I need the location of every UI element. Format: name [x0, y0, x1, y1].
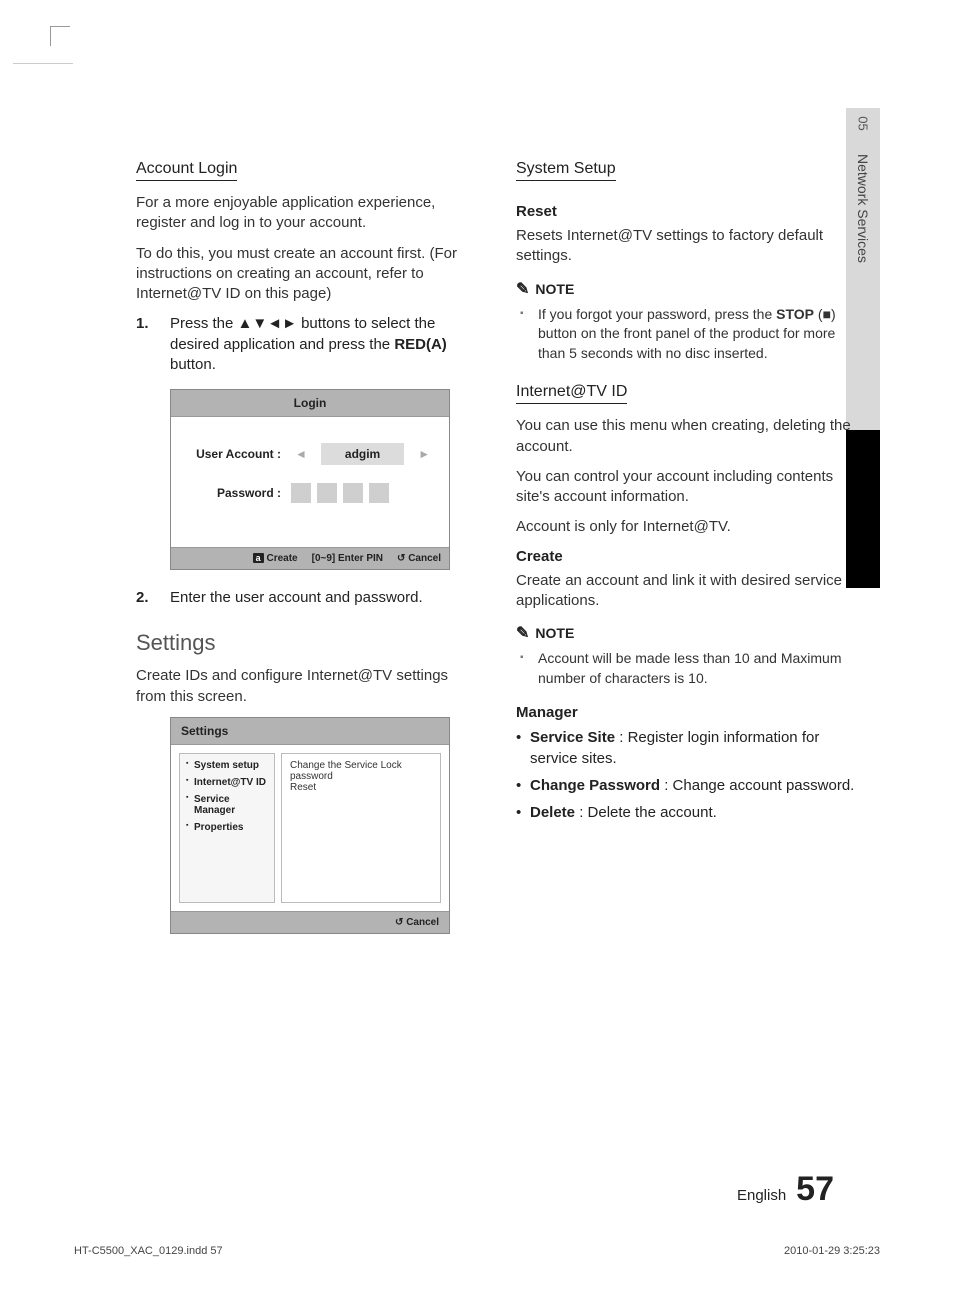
user-account-value: adgim: [321, 443, 404, 465]
page-number: 57: [796, 1170, 834, 1209]
settings-sidebar: System setup Internet@TV ID Service Mana…: [179, 753, 275, 903]
subheading-reset: Reset: [516, 203, 856, 220]
step-2: 2. Enter the user account and password.: [136, 588, 476, 608]
sidebar-item: Service Manager: [186, 794, 268, 816]
select-right-icon: ►: [414, 447, 434, 461]
login-title: Login: [171, 390, 449, 417]
crop-mark: [50, 26, 70, 46]
a-badge-icon: a: [253, 553, 264, 563]
ordered-steps: 1. Press the ▲▼◄► buttons to select the …: [136, 314, 476, 375]
user-account-label: User Account :: [189, 447, 281, 461]
footer-language: English: [737, 1187, 786, 1204]
sidebar-item: Internet@TV ID: [186, 777, 268, 788]
login-footer: a Create [0~9] Enter PIN ↺ Cancel: [171, 547, 449, 569]
manager-item: Service Site : Register login informatio…: [530, 727, 856, 769]
note-heading: ✎ NOTE: [516, 623, 856, 643]
para: Resets Internet@TV settings to factory d…: [516, 226, 856, 267]
settings-body: System setup Internet@TV ID Service Mana…: [171, 745, 449, 911]
stop-label: STOP: [776, 306, 814, 322]
page-footer: English 57: [737, 1170, 834, 1209]
chapter-number: 05: [856, 107, 871, 141]
pin-box: [369, 483, 389, 503]
para: For a more enjoyable application experie…: [136, 193, 476, 234]
para: You can control your account including c…: [516, 467, 856, 508]
step-text: Press the ▲▼◄► buttons to select the des…: [170, 314, 476, 375]
text: Create: [266, 553, 297, 564]
text: button.: [170, 356, 216, 373]
pin-boxes: [291, 483, 389, 503]
imprint-datetime: 2010-01-29 3:25:23: [784, 1245, 880, 1257]
para: To do this, you must create an account f…: [136, 244, 476, 305]
right-column: System Setup Reset Resets Internet@TV se…: [516, 160, 856, 934]
text: If you forgot your password, press the: [538, 306, 776, 322]
note-icon: ✎: [516, 279, 529, 299]
password-label: Password :: [189, 486, 281, 500]
settings-option: Reset: [290, 782, 432, 793]
para: Create IDs and configure Internet@TV set…: [136, 666, 476, 707]
note-list: If you forgot your password, press the S…: [516, 305, 856, 364]
heading-internet-tv-id: Internet@TV ID: [516, 383, 627, 404]
para: You can use this menu when creating, del…: [516, 416, 856, 457]
subheading-create: Create: [516, 548, 856, 565]
select-left-icon: ◄: [291, 447, 311, 461]
sidebar-item: Properties: [186, 822, 268, 833]
item-desc: : Change account password.: [660, 777, 854, 794]
text: Cancel: [408, 553, 441, 564]
step-number: 2.: [136, 588, 154, 608]
para: Create an account and link it with desir…: [516, 571, 856, 612]
ordered-steps: 2. Enter the user account and password.: [136, 588, 476, 608]
heading-account-login: Account Login: [136, 160, 237, 181]
subheading-manager: Manager: [516, 704, 856, 721]
heading-system-setup: System Setup: [516, 160, 616, 181]
para: Account is only for Internet@TV.: [516, 517, 856, 537]
item-term: Service Site: [530, 729, 615, 746]
settings-option: Change the Service Lock password: [290, 760, 432, 782]
note-heading: ✎ NOTE: [516, 279, 856, 299]
red-a-label: RED(A): [394, 336, 447, 353]
step-1: 1. Press the ▲▼◄► buttons to select the …: [136, 314, 476, 375]
settings-main: Change the Service Lock password Reset: [281, 753, 441, 903]
arrow-glyphs: ▲▼◄►: [238, 315, 297, 332]
note-label: NOTE: [535, 625, 574, 641]
heading-settings: Settings: [136, 630, 476, 656]
page-content: Account Login For a more enjoyable appli…: [136, 160, 856, 934]
note-icon: ✎: [516, 623, 529, 643]
password-row: Password :: [189, 483, 435, 503]
text: Cancel: [406, 917, 439, 928]
step-text: Enter the user account and password.: [170, 588, 423, 608]
settings-title: Settings: [171, 718, 449, 745]
imprint-file: HT-C5500_XAC_0129.indd 57: [74, 1245, 223, 1257]
item-term: Delete: [530, 804, 575, 821]
settings-dialog: Settings System setup Internet@TV ID Ser…: [170, 717, 450, 934]
sidebar-item: System setup: [186, 760, 268, 771]
cancel-hint: ↺ Cancel: [397, 553, 441, 564]
imprint: HT-C5500_XAC_0129.indd 57 2010-01-29 3:2…: [74, 1245, 880, 1257]
pin-box: [343, 483, 363, 503]
note-item: Account will be made less than 10 and Ma…: [538, 649, 856, 688]
login-dialog: Login User Account : ◄ adgim ► Password …: [170, 389, 450, 570]
create-hint: a Create: [253, 553, 298, 564]
manager-list: Service Site : Register login informatio…: [516, 727, 856, 823]
settings-footer: ↺ Cancel: [171, 911, 449, 933]
pin-box: [291, 483, 311, 503]
text: Press the: [170, 315, 238, 332]
note-item: If you forgot your password, press the S…: [538, 305, 856, 364]
manager-item: Delete : Delete the account.: [530, 802, 856, 823]
user-account-row: User Account : ◄ adgim ►: [189, 443, 435, 465]
note-list: Account will be made less than 10 and Ma…: [516, 649, 856, 688]
note-label: NOTE: [535, 281, 574, 297]
enter-pin-hint: [0~9] Enter PIN: [312, 553, 383, 564]
left-column: Account Login For a more enjoyable appli…: [136, 160, 476, 934]
pin-box: [317, 483, 337, 503]
stop-icon: ■: [823, 306, 831, 322]
step-number: 1.: [136, 314, 154, 375]
manager-item: Change Password : Change account passwor…: [530, 775, 856, 796]
login-body: User Account : ◄ adgim ► Password :: [171, 417, 449, 547]
item-desc: : Delete the account.: [575, 804, 717, 821]
text: (: [814, 306, 823, 322]
item-term: Change Password: [530, 777, 660, 794]
